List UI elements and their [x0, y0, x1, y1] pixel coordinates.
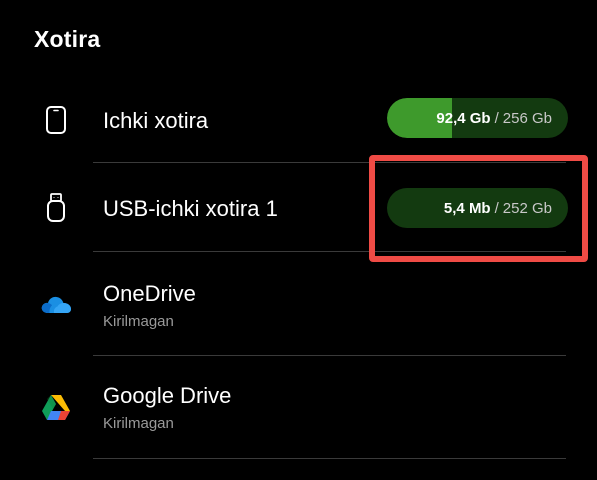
divider — [93, 355, 566, 356]
storage-used: 92,4 Gb — [436, 109, 491, 127]
cloud-item-onedrive[interactable]: OneDrive Kirilmagan — [0, 272, 597, 336]
storage-total: 256 Gb — [502, 109, 552, 127]
divider — [93, 458, 566, 459]
cloud-item-label: OneDrive — [103, 281, 196, 306]
google-drive-icon — [40, 391, 72, 423]
storage-usage-pill: 92,4 Gb / 256 Gb — [387, 98, 568, 138]
onedrive-icon — [40, 288, 72, 320]
phone-icon — [40, 104, 72, 136]
cloud-item-google-drive[interactable]: Google Drive Kirilmagan — [0, 375, 597, 439]
storage-item-label: Ichki xotira — [103, 108, 209, 133]
cloud-item-status: Kirilmagan — [103, 415, 174, 432]
cloud-item-label: Google Drive — [103, 383, 232, 408]
section-title: Xotira — [34, 26, 101, 52]
storage-item-label: USB-ichki xotira 1 — [103, 196, 278, 221]
highlight-box — [369, 155, 588, 262]
storage-separator: / — [494, 109, 499, 127]
storage-item-internal[interactable]: Ichki xotira 92,4 Gb / 256 Gb — [0, 93, 597, 149]
cloud-item-status: Kirilmagan — [103, 313, 174, 330]
usb-drive-icon — [40, 192, 72, 224]
